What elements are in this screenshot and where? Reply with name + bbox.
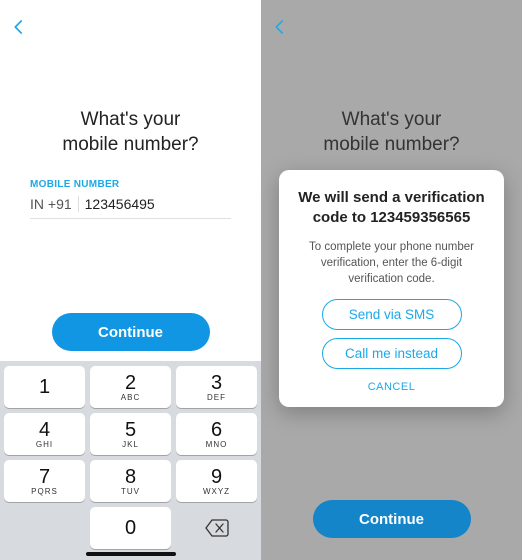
key-2[interactable]: 2ABC (90, 366, 171, 408)
phone-field-block: MOBILE NUMBER IN +91 (0, 179, 261, 219)
phone-field-label: MOBILE NUMBER (30, 179, 231, 190)
send-sms-button[interactable]: Send via SMS (322, 299, 462, 330)
page-title: What's your mobile number? (261, 108, 522, 157)
numeric-keypad: 1 2ABC 3DEF 4GHI 5JKL 6MNO 7PQRS 8TUV 9W… (0, 361, 261, 560)
page-title: What's your mobile number? (0, 108, 261, 157)
key-backspace[interactable] (176, 507, 257, 549)
country-code-selector[interactable]: IN +91 (30, 196, 79, 212)
key-4[interactable]: 4GHI (4, 413, 85, 455)
title-line-2: mobile number? (0, 133, 261, 158)
continue-button[interactable]: Continue (52, 313, 210, 351)
key-3[interactable]: 3DEF (176, 366, 257, 408)
home-indicator (86, 552, 176, 556)
verification-modal: We will send a verification code to 1234… (279, 170, 504, 407)
key-6[interactable]: 6MNO (176, 413, 257, 455)
modal-body-text: To complete your phone number verificati… (295, 239, 488, 287)
phone-field-row[interactable]: IN +91 (30, 192, 231, 219)
key-0[interactable]: 0 (90, 507, 171, 549)
chevron-left-icon (10, 18, 28, 36)
key-5[interactable]: 5JKL (90, 413, 171, 455)
key-8[interactable]: 8TUV (90, 460, 171, 502)
back-button[interactable] (271, 18, 295, 42)
chevron-left-icon (271, 18, 289, 36)
verification-modal-screen: What's your mobile number? We will send … (261, 0, 522, 560)
title-line-1: What's your (0, 108, 261, 133)
continue-button[interactable]: Continue (313, 500, 471, 538)
phone-input[interactable] (85, 196, 266, 212)
title-line-1: What's your (261, 108, 522, 133)
back-button[interactable] (10, 18, 34, 42)
key-blank (4, 507, 85, 549)
cancel-button[interactable]: CANCEL (295, 381, 488, 393)
key-7[interactable]: 7PQRS (4, 460, 85, 502)
title-line-2: mobile number? (261, 133, 522, 158)
key-1[interactable]: 1 (4, 366, 85, 408)
phone-entry-screen: What's your mobile number? MOBILE NUMBER… (0, 0, 261, 560)
backspace-icon (205, 519, 229, 537)
key-9[interactable]: 9WXYZ (176, 460, 257, 502)
modal-title: We will send a verification code to 1234… (295, 188, 488, 229)
call-me-button[interactable]: Call me instead (322, 338, 462, 369)
